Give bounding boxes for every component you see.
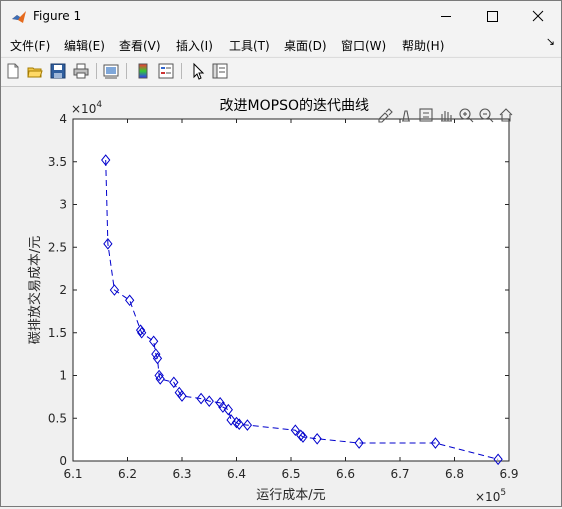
close-button[interactable] bbox=[515, 1, 561, 32]
window-title: Figure 1 bbox=[33, 9, 82, 23]
menu-window[interactable]: 窗口(W) bbox=[341, 37, 386, 54]
minimize-icon bbox=[441, 16, 451, 17]
title-bar[interactable]: Figure 1 bbox=[1, 1, 561, 32]
menu-bar: 文件(F) 编辑(E) 查看(V) 插入(I) 工具(T) 桌面(D) 窗口(W… bbox=[1, 32, 561, 56]
menu-help[interactable]: 帮助(H) bbox=[402, 37, 444, 54]
x-tick-label: 6.7 bbox=[390, 467, 409, 481]
new-figure-icon[interactable] bbox=[4, 62, 22, 80]
x-tick-label: 6.8 bbox=[445, 467, 464, 481]
x-tick-label: 6.3 bbox=[172, 467, 191, 481]
x-axis-label: 运行成本/元 bbox=[256, 488, 325, 503]
property-inspector-icon[interactable] bbox=[211, 62, 229, 80]
menu-view[interactable]: 查看(V) bbox=[119, 37, 161, 54]
x-tick-label: 6.1 bbox=[63, 467, 82, 481]
y-axis-label: 碳排放交易成本/元 bbox=[27, 236, 43, 344]
x-tick-labels: 6.1 6.2 6.3 6.4 6.5 6.6 6.7 6.8 6.9 bbox=[63, 467, 518, 481]
toolbar-separator bbox=[96, 63, 97, 79]
toolbar-separator bbox=[126, 63, 127, 79]
y-tick-label: 0 bbox=[59, 454, 67, 468]
figure-window: Figure 1 文件(F) 编辑(E) 查看(V) 插入(I) 工具(T) 桌… bbox=[0, 0, 562, 507]
pointer-icon[interactable] bbox=[189, 62, 207, 80]
close-icon bbox=[532, 10, 544, 22]
toolbar-separator bbox=[181, 63, 182, 79]
colorbar-icon[interactable] bbox=[134, 62, 152, 80]
menu-desktop[interactable]: 桌面(D) bbox=[284, 37, 327, 54]
figure-canvas[interactable]: 6.1 6.2 6.3 6.4 6.5 6.6 6.7 6.8 6.9 0 0.5 1 1.5 2 2.5… bbox=[1, 87, 561, 506]
maximize-icon bbox=[487, 11, 498, 22]
y-tick-label: 4 bbox=[59, 112, 67, 126]
y-tick-label: 2.5 bbox=[48, 240, 67, 254]
menu-tools[interactable]: 工具(T) bbox=[229, 37, 270, 54]
x-tick-label: 6.6 bbox=[336, 467, 355, 481]
y-tick-label: 3.5 bbox=[48, 155, 67, 169]
menu-edit[interactable]: 编辑(E) bbox=[64, 37, 105, 54]
minimize-button[interactable] bbox=[423, 1, 469, 32]
link-plot-icon[interactable] bbox=[102, 62, 120, 80]
x-tick-label: 6.2 bbox=[118, 467, 137, 481]
y-tick-labels: 0 0.5 1 1.5 2 2.5 3 3.5 4 bbox=[48, 112, 67, 468]
open-file-icon[interactable] bbox=[26, 62, 44, 80]
x-axis-multiplier: ×105 bbox=[475, 488, 506, 504]
y-tick-label: 0.5 bbox=[48, 411, 67, 425]
matlab-logo-icon bbox=[12, 11, 26, 23]
maximize-button[interactable] bbox=[469, 1, 515, 32]
menu-file[interactable]: 文件(F) bbox=[10, 37, 50, 54]
y-tick-label: 2 bbox=[59, 283, 67, 297]
y-tick-label: 1.5 bbox=[48, 326, 67, 340]
y-tick-label: 3 bbox=[59, 198, 67, 212]
legend-icon[interactable] bbox=[157, 62, 175, 80]
axes-box[interactable] bbox=[72, 118, 510, 462]
x-tick-label: 6.4 bbox=[227, 467, 246, 481]
print-icon[interactable] bbox=[72, 62, 90, 80]
save-icon[interactable] bbox=[49, 62, 67, 80]
dock-arrow-icon[interactable]: ↘ bbox=[546, 35, 555, 48]
figure-toolbar bbox=[1, 57, 561, 87]
y-axis-multiplier: ×104 bbox=[71, 100, 102, 116]
menu-insert[interactable]: 插入(I) bbox=[176, 37, 213, 54]
chart-title: 改进MOPSO的迭代曲线 bbox=[220, 98, 369, 114]
x-tick-label: 6.9 bbox=[499, 467, 518, 481]
x-tick-label: 6.5 bbox=[281, 467, 300, 481]
y-tick-label: 1 bbox=[59, 369, 67, 383]
plot-svg[interactable]: 6.1 6.2 6.3 6.4 6.5 6.6 6.7 6.8 6.9 0 0.5 1 1.5 2 2.5… bbox=[1, 87, 561, 506]
